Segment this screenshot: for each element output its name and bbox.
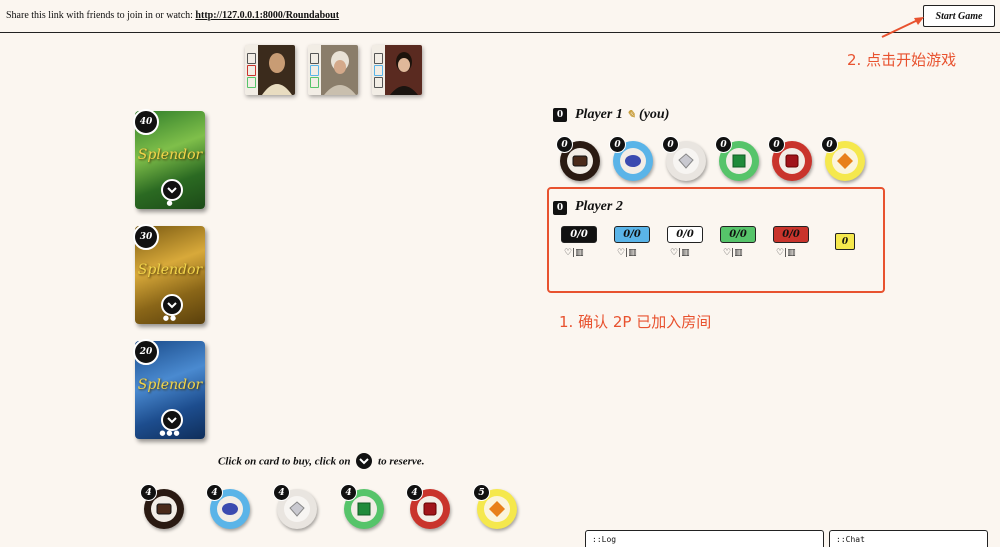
bank-token-ruby[interactable]: 4 (406, 484, 450, 529)
deck-title: Splendor (137, 377, 203, 393)
chevron-down-icon[interactable] (161, 179, 183, 201)
instructions-before: Click on card to buy, click on (218, 455, 351, 468)
top-bar: Share this link with friends to join in … (0, 0, 1000, 33)
token-count: 4 (340, 484, 357, 501)
player1-token-emerald: 0 (715, 136, 759, 181)
player1-token-gold: 0 (821, 136, 865, 181)
bank-token-diamond[interactable]: 4 (273, 484, 317, 529)
share-link[interactable]: http://127.0.0.1:8000/Roundabout (195, 10, 339, 21)
player2-name: Player 2 (575, 199, 623, 214)
player1-token-sapphire: 0 (609, 136, 653, 181)
player2-gem-emerald: 0/0 (720, 226, 756, 243)
chevron-down-icon[interactable] (161, 409, 183, 431)
start-game-button[interactable]: Start Game (923, 5, 995, 27)
edit-icon[interactable]: ✎ (626, 109, 635, 121)
player1-score: 0 (553, 108, 567, 122)
player1-token-onyx: 0 (556, 136, 600, 181)
annotation-step1: 1. 确认 2P 已加入房间 (559, 313, 712, 331)
deck-tier-dots: ●●● (159, 429, 181, 437)
player1-token-diamond: 0 (662, 136, 706, 181)
bank-token-onyx[interactable]: 4 (140, 484, 184, 529)
token-count: 4 (273, 484, 290, 501)
player2-gem-sub: ♡|▥ (670, 248, 690, 258)
instructions: Click on card to buy, click on to reserv… (218, 453, 425, 470)
arrow-annotation-icon (881, 17, 924, 38)
bank-token-emerald[interactable]: 4 (340, 484, 384, 529)
token-count: 0 (609, 136, 626, 153)
token-count: 4 (406, 484, 423, 501)
share-text: Share this link with friends to join in … (6, 10, 339, 21)
deck-tier2[interactable]: 30 Splendor ●● (133, 224, 205, 324)
annotation-step2: 2. 点击开始游戏 (847, 51, 957, 69)
noble-card (308, 45, 358, 95)
bank-token-sapphire[interactable]: 4 (206, 484, 250, 529)
deck-title: Splendor (137, 262, 203, 278)
deck-tier1[interactable]: 20 Splendor ●●● (133, 339, 205, 439)
log-panel[interactable]: ::Log (585, 530, 824, 547)
deck-tier3[interactable]: 40 Splendor ● (133, 109, 205, 209)
token-count: 5 (473, 484, 490, 501)
player2-gem-ruby: 0/0 (773, 226, 809, 243)
player2-gem-diamond: 0/0 (667, 226, 703, 243)
token-count: 0 (768, 136, 785, 153)
player2-gold: 0 (835, 233, 855, 250)
share-label: Share this link with friends to join in … (6, 10, 193, 21)
player2-gem-sub: ♡|▥ (564, 248, 584, 258)
deck-count: 40 (133, 109, 159, 135)
noble-card (372, 45, 422, 95)
chat-panel[interactable]: ::Chat (829, 530, 988, 547)
deck-tier-dots: ● (166, 199, 174, 207)
player2-gem-sapphire: 0/0 (614, 226, 650, 243)
instructions-after: to reserve. (378, 455, 425, 468)
bank-token-gold[interactable]: 5 (473, 484, 517, 529)
token-count: 4 (140, 484, 157, 501)
token-count: 0 (821, 136, 838, 153)
token-count: 4 (206, 484, 223, 501)
player2-gem-onyx: 0/0 (561, 226, 597, 243)
player1-you: (you) (639, 107, 670, 122)
chevron-down-icon[interactable] (161, 294, 183, 316)
deck-title: Splendor (137, 147, 203, 163)
deck-count: 20 (133, 339, 159, 365)
deck-tier-dots: ●● (162, 314, 178, 322)
token-count: 0 (715, 136, 732, 153)
player1-name-text: Player 1 (575, 107, 623, 122)
player2-gem-sub: ♡|▥ (776, 248, 796, 258)
token-count: 0 (556, 136, 573, 153)
noble-card (245, 45, 295, 95)
player1-name: Player 1 ✎ (you) (575, 107, 669, 123)
player2-gem-sub: ♡|▥ (723, 248, 743, 258)
token-count: 0 (662, 136, 679, 153)
chevron-down-icon (356, 453, 373, 469)
player1-token-ruby: 0 (768, 136, 812, 181)
deck-count: 30 (133, 224, 159, 250)
player2-gem-sub: ♡|▥ (617, 248, 637, 258)
player2-score: 0 (553, 201, 567, 215)
